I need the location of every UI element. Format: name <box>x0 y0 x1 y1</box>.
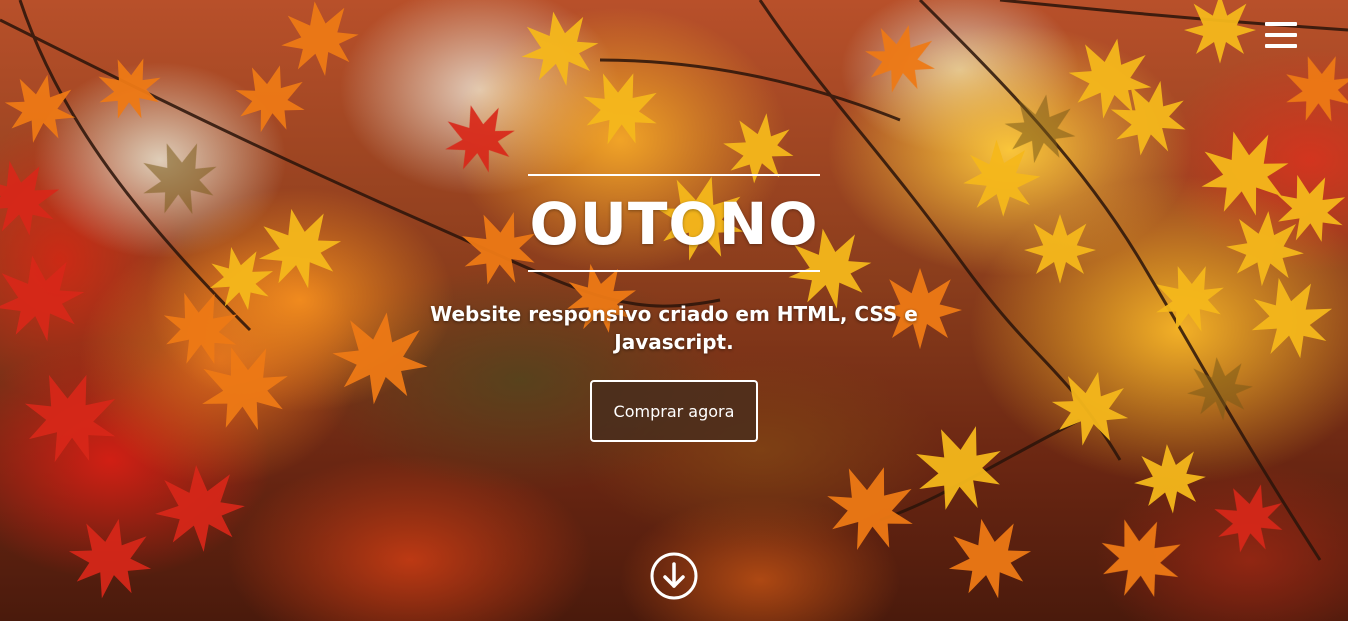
hero-content: OUTONO Website responsivo criado em HTML… <box>0 0 1348 621</box>
hero-section: OUTONO Website responsivo criado em HTML… <box>0 0 1348 621</box>
hero-title: OUTONO <box>529 190 819 258</box>
title-bottom-rule <box>528 270 820 272</box>
buy-now-button[interactable]: Comprar agora <box>590 380 758 442</box>
menu-bar-middle <box>1265 33 1297 37</box>
hero-subtitle: Website responsivo criado em HTML, CSS e… <box>430 302 918 354</box>
arrow-down-circle-icon[interactable] <box>650 552 698 600</box>
title-top-rule <box>528 174 820 176</box>
hamburger-menu-icon[interactable] <box>1262 20 1300 52</box>
menu-bar-top <box>1265 22 1297 26</box>
menu-bar-bottom <box>1265 44 1297 48</box>
